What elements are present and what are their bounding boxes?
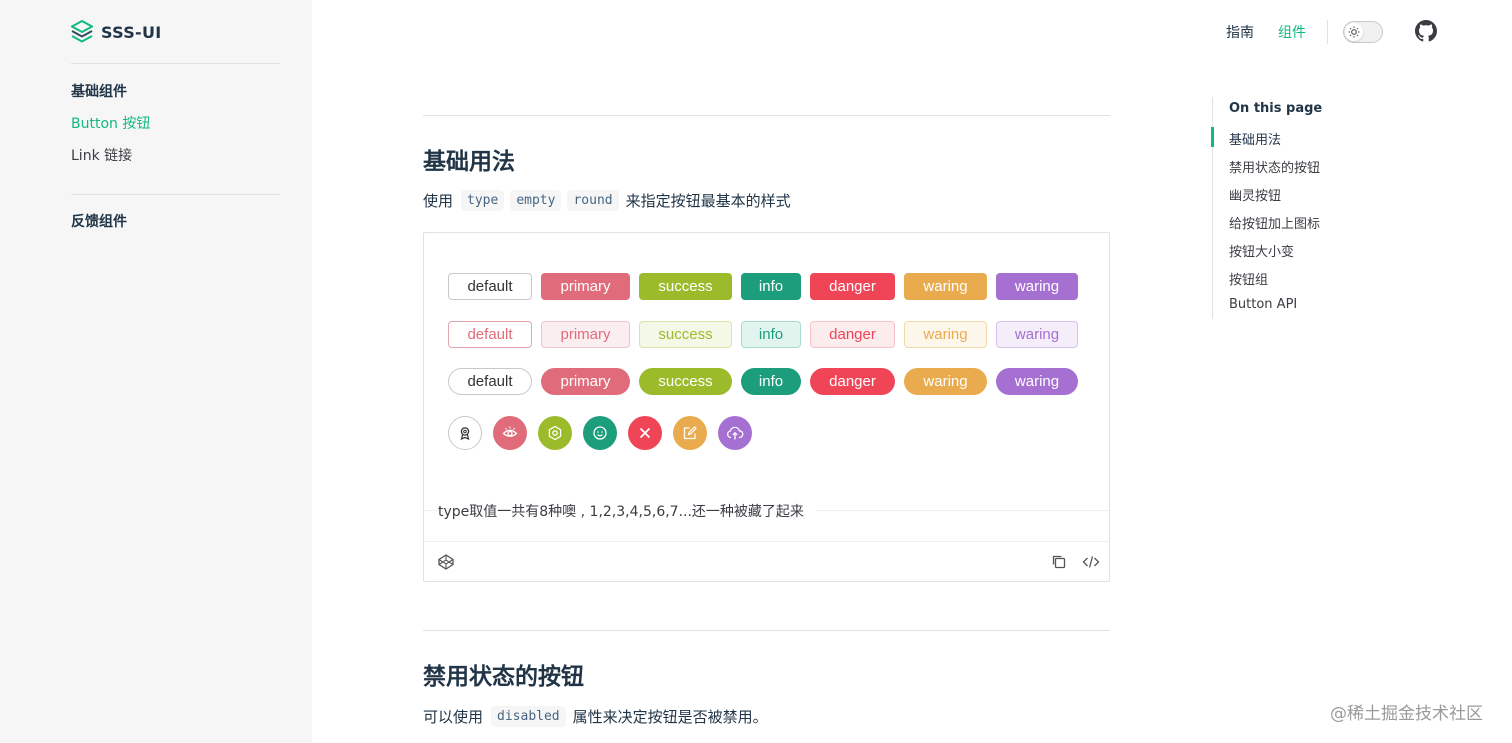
waring-purple-round-button[interactable]: waring <box>996 368 1078 395</box>
code-type: type <box>461 190 505 211</box>
waring-purple-button[interactable]: waring <box>996 273 1078 300</box>
theme-toggle[interactable] <box>1343 21 1383 43</box>
close-icon <box>639 427 651 439</box>
toc-title: On this page <box>1229 101 1323 116</box>
info-button[interactable]: info <box>741 273 801 300</box>
toc-item-ghost[interactable]: 幽灵按钮 <box>1229 185 1281 204</box>
success-empty-button[interactable]: success <box>639 321 732 348</box>
logo-icon <box>71 20 93 43</box>
gear-icon-button[interactable] <box>538 416 572 450</box>
code-icon[interactable] <box>1082 553 1100 571</box>
primary-empty-button[interactable]: primary <box>541 321 630 348</box>
watermark: @稀土掘金技术社区 <box>1330 704 1483 724</box>
sidebar-divider <box>71 63 280 64</box>
toc-item-api[interactable]: Button API <box>1229 297 1297 312</box>
success-round-button[interactable]: success <box>639 368 732 395</box>
button-row-round: default primary success info danger wari… <box>448 368 1078 395</box>
toc-item-disabled[interactable]: 禁用状态的按钮 <box>1229 157 1320 176</box>
info-empty-button[interactable]: info <box>741 321 801 348</box>
sidebar-group-title: 反馈组件 <box>71 214 127 230</box>
section-title-basic: 基础用法 <box>423 149 515 175</box>
section-title-disabled: 禁用状态的按钮 <box>423 664 584 690</box>
nav-separator <box>1327 20 1328 44</box>
sun-icon <box>1345 23 1363 41</box>
default-empty-button[interactable]: default <box>448 321 532 348</box>
sidebar-divider <box>71 194 280 195</box>
danger-button[interactable]: danger <box>810 273 895 300</box>
nav-components[interactable]: 组件 <box>1278 22 1306 42</box>
toc-item-icon[interactable]: 给按钮加上图标 <box>1229 213 1320 232</box>
button-row-empty: default primary success info danger wari… <box>448 321 1078 348</box>
github-icon[interactable] <box>1415 20 1437 42</box>
codepen-icon[interactable] <box>437 553 455 571</box>
copy-icon[interactable] <box>1050 553 1068 571</box>
primary-round-button[interactable]: primary <box>541 368 630 395</box>
award-icon-button[interactable] <box>448 416 482 450</box>
gear-icon <box>548 425 562 441</box>
cloud-upload-icon-button[interactable] <box>718 416 752 450</box>
sidebar-item-link[interactable]: Link 链接 <box>71 145 132 165</box>
code-round: round <box>567 190 619 211</box>
demo-block: default primary success info danger wari… <box>423 232 1110 582</box>
sidebar-group-title: 基础组件 <box>71 84 127 100</box>
award-icon <box>460 427 470 440</box>
logo-text: SSS-UI <box>101 22 162 42</box>
waring-purple-empty-button[interactable]: waring <box>996 321 1078 348</box>
edit-icon <box>683 426 697 440</box>
toc-item-size[interactable]: 按钮大小变 <box>1229 241 1294 260</box>
smile-icon <box>593 426 607 440</box>
eye-icon <box>502 426 518 437</box>
desc-prefix: 使用 <box>423 192 454 210</box>
section-desc-basic: 使用 type empty round 来指定按钮最基本的样式 <box>423 190 791 211</box>
cloud-upload-icon <box>727 426 744 440</box>
smile-icon-button[interactable] <box>583 416 617 450</box>
eye-icon-button[interactable] <box>493 416 527 450</box>
waring-empty-button[interactable]: waring <box>904 321 987 348</box>
icon-button-row <box>448 416 752 450</box>
button-row-solid: default primary success info danger wari… <box>448 273 1078 300</box>
danger-empty-button[interactable]: danger <box>810 321 895 348</box>
toc-item-basic[interactable]: 基础用法 <box>1229 129 1281 148</box>
default-round-button[interactable]: default <box>448 368 532 395</box>
desc-suffix: 来指定按钮最基本的样式 <box>625 192 791 210</box>
section-divider <box>423 630 1110 631</box>
waring-button[interactable]: waring <box>904 273 987 300</box>
waring-round-button[interactable]: waring <box>904 368 987 395</box>
demo-footer-divider <box>424 541 1109 542</box>
sidebar: SSS-UI 基础组件 Button 按钮 Link 链接 反馈组件 <box>0 0 312 743</box>
logo[interactable]: SSS-UI <box>71 20 162 44</box>
desc-suffix: 属性来决定按钮是否被禁用。 <box>572 708 768 726</box>
toc-active-marker <box>1211 127 1214 147</box>
info-round-button[interactable]: info <box>741 368 801 395</box>
desc-prefix: 可以使用 <box>423 708 484 726</box>
code-disabled: disabled <box>491 706 566 727</box>
section-desc-disabled: 可以使用 disabled 属性来决定按钮是否被禁用。 <box>423 706 768 727</box>
code-empty: empty <box>510 190 562 211</box>
nav-guide[interactable]: 指南 <box>1226 22 1254 42</box>
default-button[interactable]: default <box>448 273 532 300</box>
danger-round-button[interactable]: danger <box>810 368 895 395</box>
section-divider <box>423 115 1110 116</box>
primary-button[interactable]: primary <box>541 273 630 300</box>
sidebar-item-button[interactable]: Button 按钮 <box>71 113 150 133</box>
close-icon-button[interactable] <box>628 416 662 450</box>
edit-icon-button[interactable] <box>673 416 707 450</box>
toc-item-group[interactable]: 按钮组 <box>1229 269 1268 288</box>
demo-description: type取值一共有8种噢 , 1,2,3,4,5,6,7...还一种被藏了起来 <box>438 501 816 521</box>
success-button[interactable]: success <box>639 273 732 300</box>
